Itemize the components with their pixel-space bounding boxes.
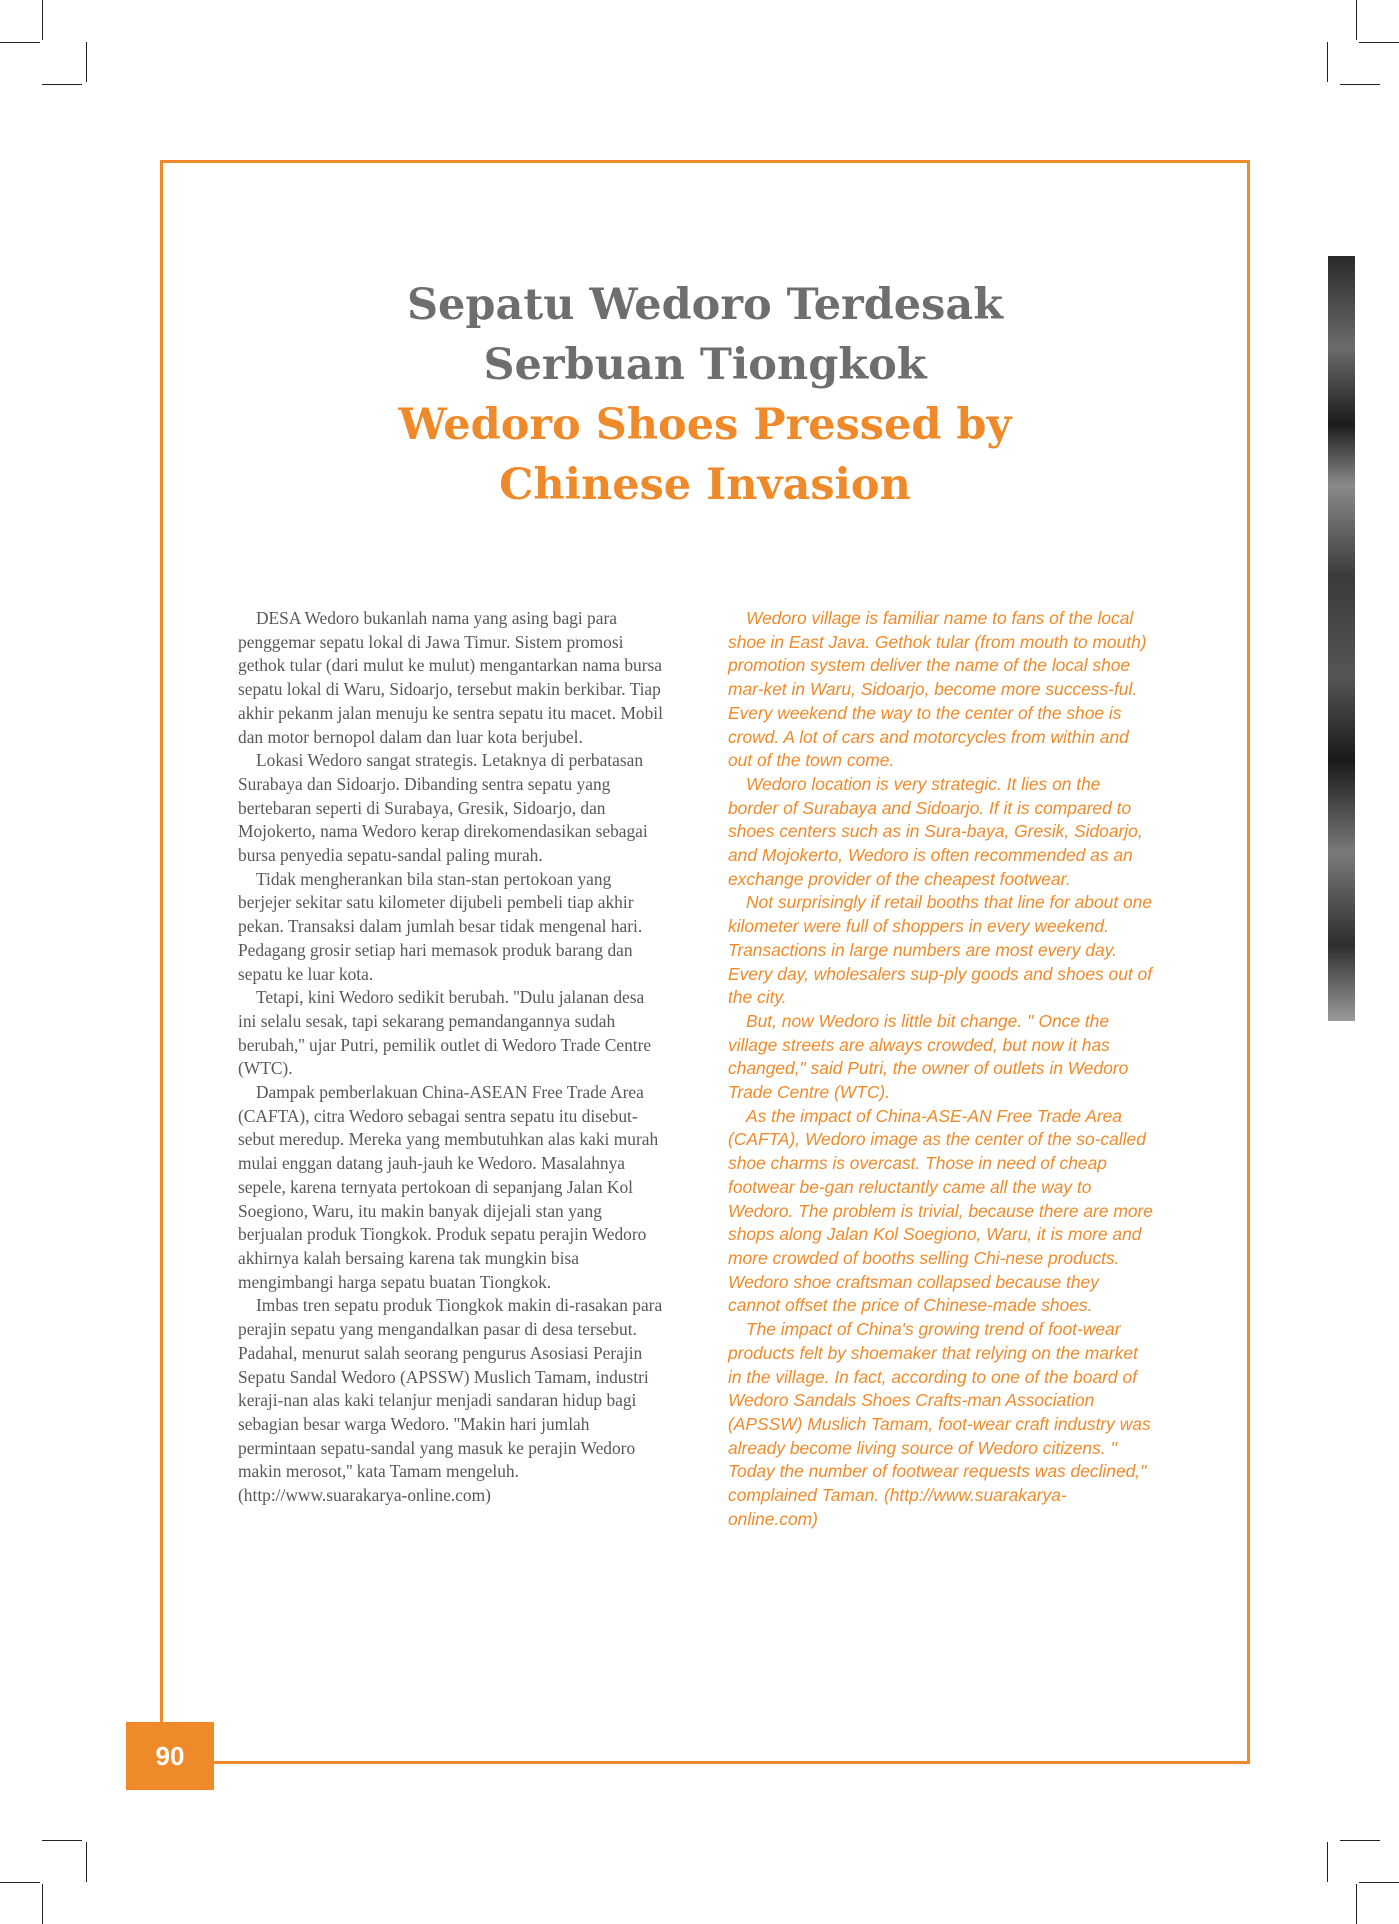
page-number-box: 90 bbox=[126, 1722, 214, 1790]
crop-mark bbox=[1327, 42, 1328, 82]
paragraph: As the impact of China-ASE-AN Free Trade… bbox=[728, 1105, 1153, 1316]
paragraph: Wedoro location is very strategic. It li… bbox=[728, 773, 1143, 889]
paragraph: Dampak pemberlakuan China-ASEAN Free Tra… bbox=[238, 1082, 659, 1292]
title-english-line1: Wedoro Shoes Pressed by bbox=[398, 400, 1012, 450]
title-indonesian-line1: Sepatu Wedoro Terdesak bbox=[407, 280, 1003, 330]
crop-mark bbox=[86, 42, 87, 82]
article-column-english: Wedoro village is familiar name to fans … bbox=[728, 607, 1153, 1531]
crop-mark bbox=[1359, 42, 1399, 43]
crop-mark bbox=[42, 1884, 43, 1924]
paragraph: Wedoro village is familiar name to fans … bbox=[728, 608, 1147, 771]
crop-mark bbox=[1356, 0, 1357, 40]
paragraph: DESA Wedoro bukanlah nama yang asing bag… bbox=[238, 608, 663, 747]
crop-mark bbox=[1359, 1882, 1399, 1883]
crop-mark bbox=[42, 0, 43, 40]
crop-mark bbox=[42, 84, 82, 85]
paragraph: The impact of China's growing trend of f… bbox=[728, 1319, 1151, 1529]
crop-mark bbox=[86, 1842, 87, 1882]
crop-mark bbox=[0, 42, 40, 43]
crop-mark bbox=[1340, 1840, 1380, 1841]
paragraph: Not surprisingly if retail booths that l… bbox=[728, 892, 1153, 1008]
title-indonesian-line2: Serbuan Tiongkok bbox=[483, 340, 927, 390]
paragraph: But, now Wedoro is little bit change. ''… bbox=[728, 1010, 1129, 1103]
article-title: Sepatu Wedoro Terdesak Serbuan Tiongkok … bbox=[300, 275, 1110, 515]
paragraph: Imbas tren sepatu produk Tiongkok makin … bbox=[238, 1295, 663, 1506]
title-english-line2: Chinese Invasion bbox=[499, 460, 911, 510]
paragraph: Lokasi Wedoro sangat strategis. Letaknya… bbox=[238, 750, 648, 866]
crop-mark bbox=[42, 1840, 82, 1841]
paragraph: Tidak mengherankan bila stan-stan pertok… bbox=[238, 868, 643, 984]
crop-mark bbox=[0, 1882, 40, 1883]
paragraph: Tetapi, kini Wedoro sedikit berubah. ''D… bbox=[238, 987, 652, 1079]
page-number: 90 bbox=[155, 1740, 185, 1771]
edge-photo-strip bbox=[1328, 256, 1355, 1021]
article-column-indonesian: DESA Wedoro bukanlah nama yang asing bag… bbox=[238, 607, 663, 1508]
crop-mark bbox=[1340, 84, 1380, 85]
crop-mark bbox=[1327, 1842, 1328, 1882]
crop-mark bbox=[1356, 1884, 1357, 1924]
